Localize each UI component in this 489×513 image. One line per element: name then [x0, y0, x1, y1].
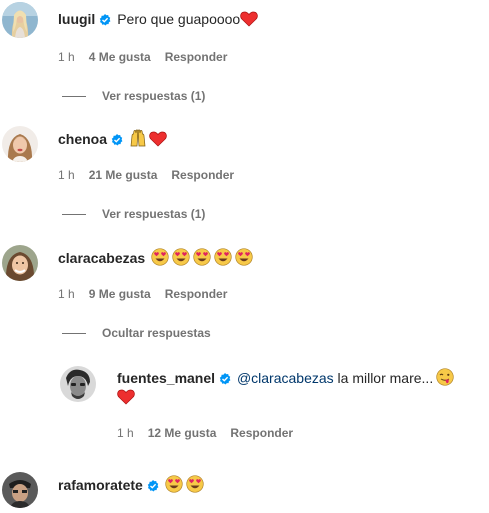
comment-body: rafamoratete — [58, 475, 204, 497]
reply-button[interactable]: Responder — [165, 287, 228, 301]
username[interactable]: chenoa — [58, 131, 107, 147]
likes-count[interactable]: 9 Me gusta — [89, 287, 151, 301]
comment-meta: 1 h 9 Me gusta Responder — [58, 286, 241, 302]
red-heart-icon — [149, 131, 167, 151]
replies-divider — [62, 214, 86, 216]
username[interactable]: rafamoratete — [58, 477, 143, 493]
likes-count[interactable]: 4 Me gusta — [89, 50, 151, 64]
hide-replies-label: Ocultar respuestas — [102, 326, 211, 340]
likes-count[interactable]: 21 Me gusta — [89, 168, 158, 182]
heart-eyes-face-icon — [172, 248, 190, 270]
reply-button[interactable]: Responder — [230, 426, 293, 440]
heart-eyes-face-icon — [193, 248, 211, 270]
comment-body: claracabezas — [58, 248, 253, 270]
avatar-rafamoratete[interactable] — [2, 472, 38, 508]
comment-body: chenoa — [58, 129, 167, 151]
reply-button[interactable]: Responder — [165, 50, 228, 64]
heart-eyes-face-icon — [186, 475, 204, 497]
heart-eyes-face-icon — [214, 248, 232, 270]
reply-button[interactable]: Responder — [171, 168, 234, 182]
comment-text: Pero que guapoooo — [117, 11, 241, 27]
username[interactable]: fuentes_manel — [117, 370, 215, 386]
reply-body: fuentes_manel @claracabezas la millor ma… — [117, 368, 454, 390]
verified-badge-icon — [99, 12, 111, 30]
avatar-chenoa[interactable] — [2, 126, 38, 162]
mention-link[interactable]: @claracabezas — [237, 370, 334, 386]
reply-text: la millor mare... — [333, 370, 434, 386]
reply-meta: 1 h 12 Me gusta Responder — [117, 425, 307, 441]
username[interactable]: claracabezas — [58, 250, 145, 266]
avatar-fuentes-manel[interactable] — [60, 366, 96, 402]
comment-meta: 1 h 21 Me gusta Responder — [58, 167, 248, 183]
winking-tongue-face-icon — [436, 368, 454, 390]
verified-badge-icon — [147, 478, 159, 496]
username[interactable]: luugil — [58, 11, 95, 27]
verified-badge-icon — [219, 371, 231, 389]
replies-divider — [62, 333, 86, 335]
reply-body-continued — [117, 388, 135, 409]
avatar-luugil[interactable] — [2, 2, 38, 38]
red-heart-icon — [240, 11, 258, 31]
view-replies-button[interactable]: Ver respuestas (1) — [62, 88, 205, 104]
likes-count[interactable]: 12 Me gusta — [148, 426, 217, 440]
heart-eyes-face-icon — [235, 248, 253, 270]
view-replies-label: Ver respuestas (1) — [102, 207, 206, 221]
view-replies-button[interactable]: Ver respuestas (1) — [62, 206, 205, 222]
comment-meta: 1 h 4 Me gusta Responder — [58, 49, 241, 65]
timestamp: 1 h — [117, 426, 134, 440]
heart-eyes-face-icon — [165, 475, 183, 497]
hide-replies-button[interactable]: Ocultar respuestas — [62, 325, 211, 341]
heart-eyes-face-icon — [151, 248, 169, 270]
comment-body: luugil Pero que guapoooo — [58, 10, 258, 31]
timestamp: 1 h — [58, 50, 75, 64]
timestamp: 1 h — [58, 168, 75, 182]
verified-badge-icon — [111, 132, 123, 150]
view-replies-label: Ver respuestas (1) — [102, 89, 206, 103]
avatar-claracabezas[interactable] — [2, 245, 38, 281]
raising-hands-icon — [129, 129, 147, 151]
replies-divider — [62, 96, 86, 98]
red-heart-icon — [117, 389, 135, 409]
timestamp: 1 h — [58, 287, 75, 301]
